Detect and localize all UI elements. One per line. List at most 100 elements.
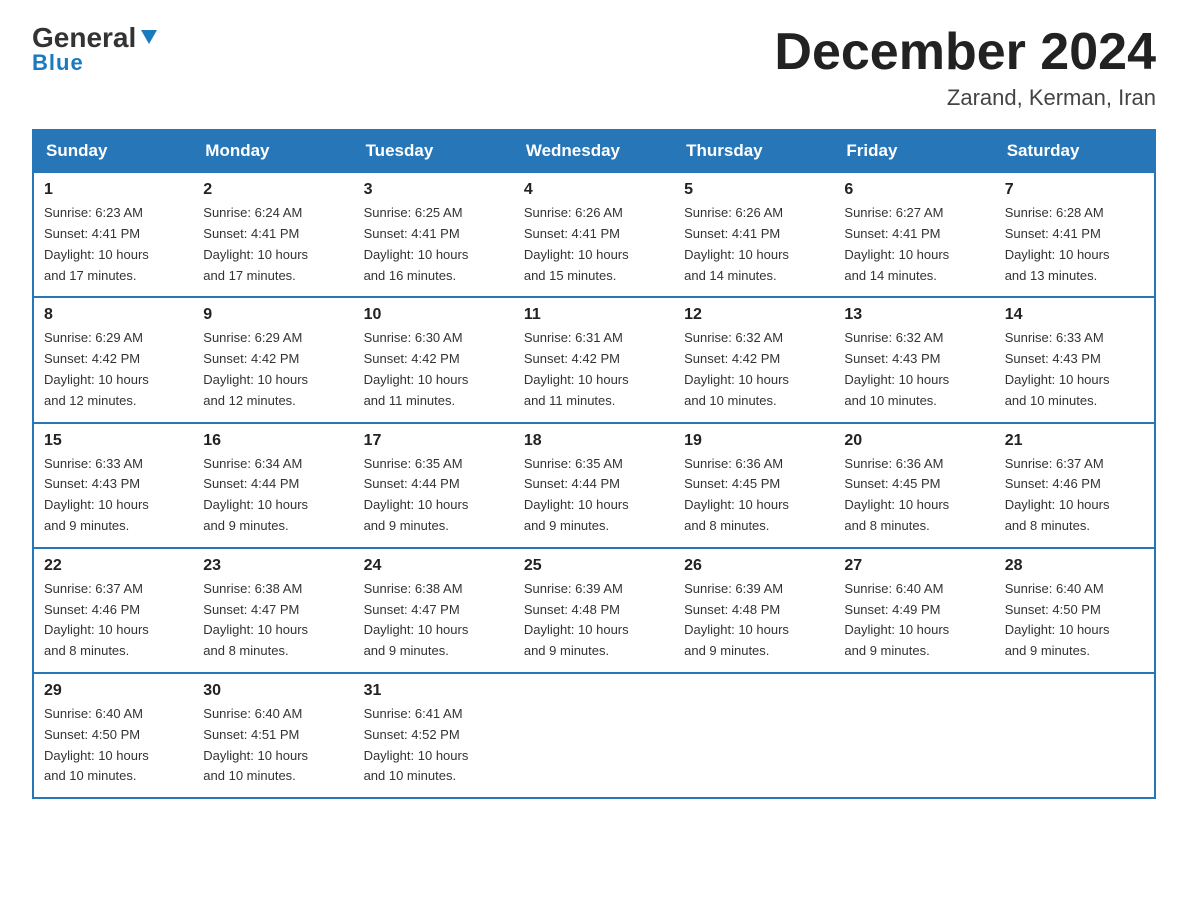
day-info: Sunrise: 6:35 AMSunset: 4:44 PMDaylight:… <box>524 456 629 533</box>
calendar-cell: 27 Sunrise: 6:40 AMSunset: 4:49 PMDaylig… <box>834 548 994 673</box>
day-number: 5 <box>684 181 824 199</box>
weekday-header-saturday: Saturday <box>995 130 1155 172</box>
day-info: Sunrise: 6:36 AMSunset: 4:45 PMDaylight:… <box>844 456 949 533</box>
logo-general-text: General <box>32 24 136 52</box>
day-number: 17 <box>364 432 504 450</box>
weekday-header-tuesday: Tuesday <box>354 130 514 172</box>
day-info: Sunrise: 6:32 AMSunset: 4:43 PMDaylight:… <box>844 330 949 407</box>
month-title: December 2024 <box>774 24 1156 81</box>
weekday-header-sunday: Sunday <box>33 130 193 172</box>
day-info: Sunrise: 6:40 AMSunset: 4:50 PMDaylight:… <box>1005 581 1110 658</box>
calendar-cell: 18 Sunrise: 6:35 AMSunset: 4:44 PMDaylig… <box>514 423 674 548</box>
calendar-cell: 3 Sunrise: 6:25 AMSunset: 4:41 PMDayligh… <box>354 172 514 297</box>
day-number: 1 <box>44 181 183 199</box>
day-number: 31 <box>364 682 504 700</box>
day-number: 29 <box>44 682 183 700</box>
calendar-cell: 23 Sunrise: 6:38 AMSunset: 4:47 PMDaylig… <box>193 548 353 673</box>
calendar-cell: 20 Sunrise: 6:36 AMSunset: 4:45 PMDaylig… <box>834 423 994 548</box>
calendar-cell: 30 Sunrise: 6:40 AMSunset: 4:51 PMDaylig… <box>193 673 353 798</box>
day-number: 24 <box>364 557 504 575</box>
day-info: Sunrise: 6:36 AMSunset: 4:45 PMDaylight:… <box>684 456 789 533</box>
calendar-cell: 22 Sunrise: 6:37 AMSunset: 4:46 PMDaylig… <box>33 548 193 673</box>
day-info: Sunrise: 6:25 AMSunset: 4:41 PMDaylight:… <box>364 205 469 282</box>
weekday-header-row: SundayMondayTuesdayWednesdayThursdayFrid… <box>33 130 1155 172</box>
location-text: Zarand, Kerman, Iran <box>774 85 1156 111</box>
calendar-cell: 15 Sunrise: 6:33 AMSunset: 4:43 PMDaylig… <box>33 423 193 548</box>
day-number: 22 <box>44 557 183 575</box>
day-number: 30 <box>203 682 343 700</box>
day-info: Sunrise: 6:26 AMSunset: 4:41 PMDaylight:… <box>684 205 789 282</box>
week-row-1: 1 Sunrise: 6:23 AMSunset: 4:41 PMDayligh… <box>33 172 1155 297</box>
logo-blue-text: Blue <box>32 50 84 76</box>
calendar-cell: 13 Sunrise: 6:32 AMSunset: 4:43 PMDaylig… <box>834 297 994 422</box>
day-number: 10 <box>364 306 504 324</box>
calendar-table: SundayMondayTuesdayWednesdayThursdayFrid… <box>32 129 1156 799</box>
day-number: 15 <box>44 432 183 450</box>
day-info: Sunrise: 6:31 AMSunset: 4:42 PMDaylight:… <box>524 330 629 407</box>
calendar-cell: 11 Sunrise: 6:31 AMSunset: 4:42 PMDaylig… <box>514 297 674 422</box>
calendar-cell: 9 Sunrise: 6:29 AMSunset: 4:42 PMDayligh… <box>193 297 353 422</box>
day-number: 2 <box>203 181 343 199</box>
week-row-5: 29 Sunrise: 6:40 AMSunset: 4:50 PMDaylig… <box>33 673 1155 798</box>
week-row-2: 8 Sunrise: 6:29 AMSunset: 4:42 PMDayligh… <box>33 297 1155 422</box>
calendar-cell: 5 Sunrise: 6:26 AMSunset: 4:41 PMDayligh… <box>674 172 834 297</box>
day-info: Sunrise: 6:40 AMSunset: 4:49 PMDaylight:… <box>844 581 949 658</box>
title-block: December 2024 Zarand, Kerman, Iran <box>774 24 1156 111</box>
day-info: Sunrise: 6:35 AMSunset: 4:44 PMDaylight:… <box>364 456 469 533</box>
day-number: 28 <box>1005 557 1144 575</box>
day-info: Sunrise: 6:26 AMSunset: 4:41 PMDaylight:… <box>524 205 629 282</box>
calendar-cell: 6 Sunrise: 6:27 AMSunset: 4:41 PMDayligh… <box>834 172 994 297</box>
calendar-cell: 19 Sunrise: 6:36 AMSunset: 4:45 PMDaylig… <box>674 423 834 548</box>
weekday-header-thursday: Thursday <box>674 130 834 172</box>
calendar-cell <box>995 673 1155 798</box>
calendar-cell: 8 Sunrise: 6:29 AMSunset: 4:42 PMDayligh… <box>33 297 193 422</box>
calendar-cell: 2 Sunrise: 6:24 AMSunset: 4:41 PMDayligh… <box>193 172 353 297</box>
day-info: Sunrise: 6:24 AMSunset: 4:41 PMDaylight:… <box>203 205 308 282</box>
day-info: Sunrise: 6:40 AMSunset: 4:51 PMDaylight:… <box>203 706 308 783</box>
weekday-header-wednesday: Wednesday <box>514 130 674 172</box>
calendar-cell: 14 Sunrise: 6:33 AMSunset: 4:43 PMDaylig… <box>995 297 1155 422</box>
day-info: Sunrise: 6:41 AMSunset: 4:52 PMDaylight:… <box>364 706 469 783</box>
day-info: Sunrise: 6:30 AMSunset: 4:42 PMDaylight:… <box>364 330 469 407</box>
day-number: 21 <box>1005 432 1144 450</box>
day-info: Sunrise: 6:38 AMSunset: 4:47 PMDaylight:… <box>364 581 469 658</box>
calendar-cell <box>674 673 834 798</box>
calendar-cell <box>834 673 994 798</box>
logo: General Blue <box>32 24 160 76</box>
day-info: Sunrise: 6:33 AMSunset: 4:43 PMDaylight:… <box>44 456 149 533</box>
day-info: Sunrise: 6:39 AMSunset: 4:48 PMDaylight:… <box>684 581 789 658</box>
day-info: Sunrise: 6:32 AMSunset: 4:42 PMDaylight:… <box>684 330 789 407</box>
day-info: Sunrise: 6:37 AMSunset: 4:46 PMDaylight:… <box>44 581 149 658</box>
calendar-cell: 29 Sunrise: 6:40 AMSunset: 4:50 PMDaylig… <box>33 673 193 798</box>
calendar-cell: 4 Sunrise: 6:26 AMSunset: 4:41 PMDayligh… <box>514 172 674 297</box>
day-number: 26 <box>684 557 824 575</box>
day-number: 27 <box>844 557 984 575</box>
day-number: 3 <box>364 181 504 199</box>
day-info: Sunrise: 6:39 AMSunset: 4:48 PMDaylight:… <box>524 581 629 658</box>
day-number: 18 <box>524 432 664 450</box>
day-info: Sunrise: 6:38 AMSunset: 4:47 PMDaylight:… <box>203 581 308 658</box>
day-info: Sunrise: 6:34 AMSunset: 4:44 PMDaylight:… <box>203 456 308 533</box>
day-info: Sunrise: 6:23 AMSunset: 4:41 PMDaylight:… <box>44 205 149 282</box>
calendar-cell <box>514 673 674 798</box>
calendar-cell: 21 Sunrise: 6:37 AMSunset: 4:46 PMDaylig… <box>995 423 1155 548</box>
day-number: 4 <box>524 181 664 199</box>
day-number: 11 <box>524 306 664 324</box>
day-number: 16 <box>203 432 343 450</box>
calendar-cell: 17 Sunrise: 6:35 AMSunset: 4:44 PMDaylig… <box>354 423 514 548</box>
calendar-cell: 12 Sunrise: 6:32 AMSunset: 4:42 PMDaylig… <box>674 297 834 422</box>
day-info: Sunrise: 6:29 AMSunset: 4:42 PMDaylight:… <box>44 330 149 407</box>
calendar-cell: 25 Sunrise: 6:39 AMSunset: 4:48 PMDaylig… <box>514 548 674 673</box>
day-info: Sunrise: 6:27 AMSunset: 4:41 PMDaylight:… <box>844 205 949 282</box>
day-number: 20 <box>844 432 984 450</box>
calendar-cell: 24 Sunrise: 6:38 AMSunset: 4:47 PMDaylig… <box>354 548 514 673</box>
day-number: 9 <box>203 306 343 324</box>
calendar-cell: 10 Sunrise: 6:30 AMSunset: 4:42 PMDaylig… <box>354 297 514 422</box>
page-header: General Blue December 2024 Zarand, Kerma… <box>32 24 1156 111</box>
weekday-header-friday: Friday <box>834 130 994 172</box>
day-number: 19 <box>684 432 824 450</box>
day-info: Sunrise: 6:28 AMSunset: 4:41 PMDaylight:… <box>1005 205 1110 282</box>
weekday-header-monday: Monday <box>193 130 353 172</box>
week-row-4: 22 Sunrise: 6:37 AMSunset: 4:46 PMDaylig… <box>33 548 1155 673</box>
day-number: 6 <box>844 181 984 199</box>
